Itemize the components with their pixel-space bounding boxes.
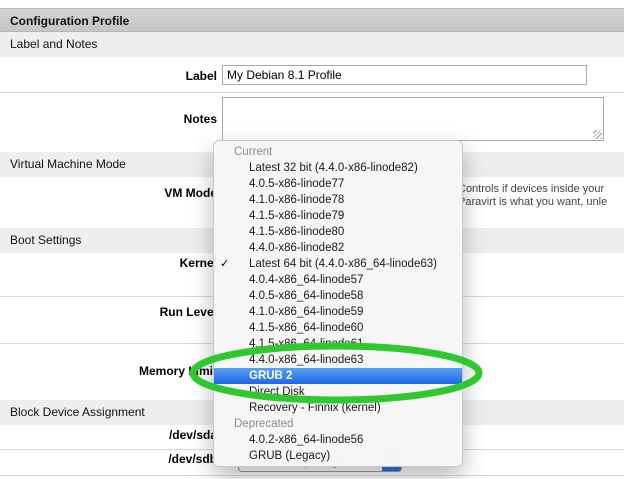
kernel-menu-item-label: Latest 32 bit (4.4.0-x86-linode82) bbox=[249, 162, 418, 174]
kernel-menu-item-label: Latest 64 bit (4.4.0-x86_64-linode63) bbox=[249, 258, 437, 270]
kernel-menu-item[interactable]: Recovery - Finnix (kernel) bbox=[214, 400, 462, 416]
kernel-menu-item[interactable]: 4.1.5-x86-linode79 bbox=[214, 208, 462, 224]
kernel-menu-item[interactable]: 4.0.2-x86_64-linode56 bbox=[214, 432, 462, 448]
kernel-menu-item[interactable]: 4.1.0-x86-linode78 bbox=[214, 192, 462, 208]
kernel-menu-item-label: GRUB (Legacy) bbox=[249, 450, 330, 462]
dev-sdb-label: /dev/sdb bbox=[0, 452, 217, 466]
kernel-menu-item-label: Current bbox=[234, 146, 272, 158]
kernel-menu-item-label: Deprecated bbox=[234, 418, 293, 430]
kernel-menu-item[interactable]: 4.1.5-x86_64-linode61 bbox=[214, 336, 462, 352]
kernel-menu-item-label: 4.1.5-x86_64-linode61 bbox=[249, 338, 363, 350]
kernel-menu-item[interactable]: 4.0.5-x86-linode77 bbox=[214, 176, 462, 192]
kernel-menu-item[interactable]: Latest 32 bit (4.4.0-x86-linode82) bbox=[214, 160, 462, 176]
kernel-menu-item-label: GRUB 2 bbox=[249, 370, 292, 382]
kernel-menu-item[interactable]: 4.4.0-x86-linode82 bbox=[214, 240, 462, 256]
vm-mode-help-line1: Controls if devices inside your bbox=[458, 183, 607, 196]
kernel-menu-item[interactable]: 4.1.0-x86_64-linode59 bbox=[214, 304, 462, 320]
kernel-menu-group-label: Current bbox=[214, 144, 462, 160]
label-field-label: Label bbox=[0, 69, 217, 83]
section-header-label-and-notes: Label and Notes bbox=[0, 32, 624, 57]
run-level-label: Run Level bbox=[0, 305, 217, 319]
kernel-menu-item[interactable]: ✓ Latest 64 bit (4.4.0-x86_64-linode63) bbox=[214, 256, 462, 272]
notes-textarea[interactable] bbox=[222, 97, 604, 141]
page-title: Configuration Profile bbox=[0, 8, 624, 32]
kernel-menu-item[interactable]: Direct Disk bbox=[214, 384, 462, 400]
kernel-dropdown-menu[interactable]: Current Latest 32 bit (4.4.0-x86-linode82… bbox=[213, 140, 463, 467]
divider bbox=[0, 475, 624, 476]
notes-field-label: Notes bbox=[0, 112, 217, 126]
kernel-menu-item-label: 4.4.0-x86_64-linode63 bbox=[249, 354, 363, 366]
kernel-menu-item[interactable]: 4.0.4-x86_64-linode57 bbox=[214, 272, 462, 288]
checkmark-icon: ✓ bbox=[220, 256, 229, 272]
kernel-menu-item-label: Recovery - Finnix (kernel) bbox=[249, 402, 381, 414]
vm-mode-help-text: Controls if devices inside your Paravirt… bbox=[458, 183, 607, 209]
kernel-menu-item-label: 4.0.2-x86_64-linode56 bbox=[249, 434, 363, 446]
kernel-menu-item-label: 4.1.5-x86-linode79 bbox=[249, 210, 344, 222]
kernel-menu-item-label: Direct Disk bbox=[249, 386, 305, 398]
resize-handle-icon[interactable] bbox=[593, 130, 602, 139]
kernel-label: Kernel bbox=[0, 256, 217, 270]
kernel-menu-item[interactable]: 4.1.5-x86_64-linode60 bbox=[214, 320, 462, 336]
kernel-menu-item[interactable]: 4.1.5-x86-linode80 bbox=[214, 224, 462, 240]
kernel-menu-item[interactable]: 4.4.0-x86_64-linode63 bbox=[214, 352, 462, 368]
divider bbox=[0, 92, 624, 93]
label-input[interactable] bbox=[222, 65, 587, 85]
kernel-menu-item-label: 4.0.4-x86_64-linode57 bbox=[249, 274, 363, 286]
kernel-menu-item-label: 4.1.5-x86_64-linode60 bbox=[249, 322, 363, 334]
vm-mode-help-line2: Paravirt is what you want, unle bbox=[458, 196, 607, 209]
kernel-menu-item-label: 4.1.0-x86_64-linode59 bbox=[249, 306, 363, 318]
kernel-menu-item-label: 4.1.0-x86-linode78 bbox=[249, 194, 344, 206]
kernel-menu-item-label: 4.0.5-x86_64-linode58 bbox=[249, 290, 363, 302]
memory-limit-label: Memory Limit bbox=[0, 364, 217, 378]
kernel-menu-item-label: 4.0.5-x86-linode77 bbox=[249, 178, 344, 190]
kernel-menu-item-label: 4.1.5-x86-linode80 bbox=[249, 226, 344, 238]
kernel-menu-item-label: 4.4.0-x86-linode82 bbox=[249, 242, 344, 254]
dev-sda-label: /dev/sda bbox=[0, 428, 217, 442]
vm-mode-label: VM Mode bbox=[0, 186, 217, 200]
kernel-menu-item[interactable]: GRUB 2 bbox=[214, 368, 462, 384]
configuration-profile-page: Configuration Profile Label and Notes La… bbox=[0, 0, 624, 479]
kernel-menu-item[interactable]: GRUB (Legacy) bbox=[214, 448, 462, 464]
kernel-menu-group-label: Deprecated bbox=[214, 416, 462, 432]
kernel-menu-item[interactable]: 4.0.5-x86_64-linode58 bbox=[214, 288, 462, 304]
